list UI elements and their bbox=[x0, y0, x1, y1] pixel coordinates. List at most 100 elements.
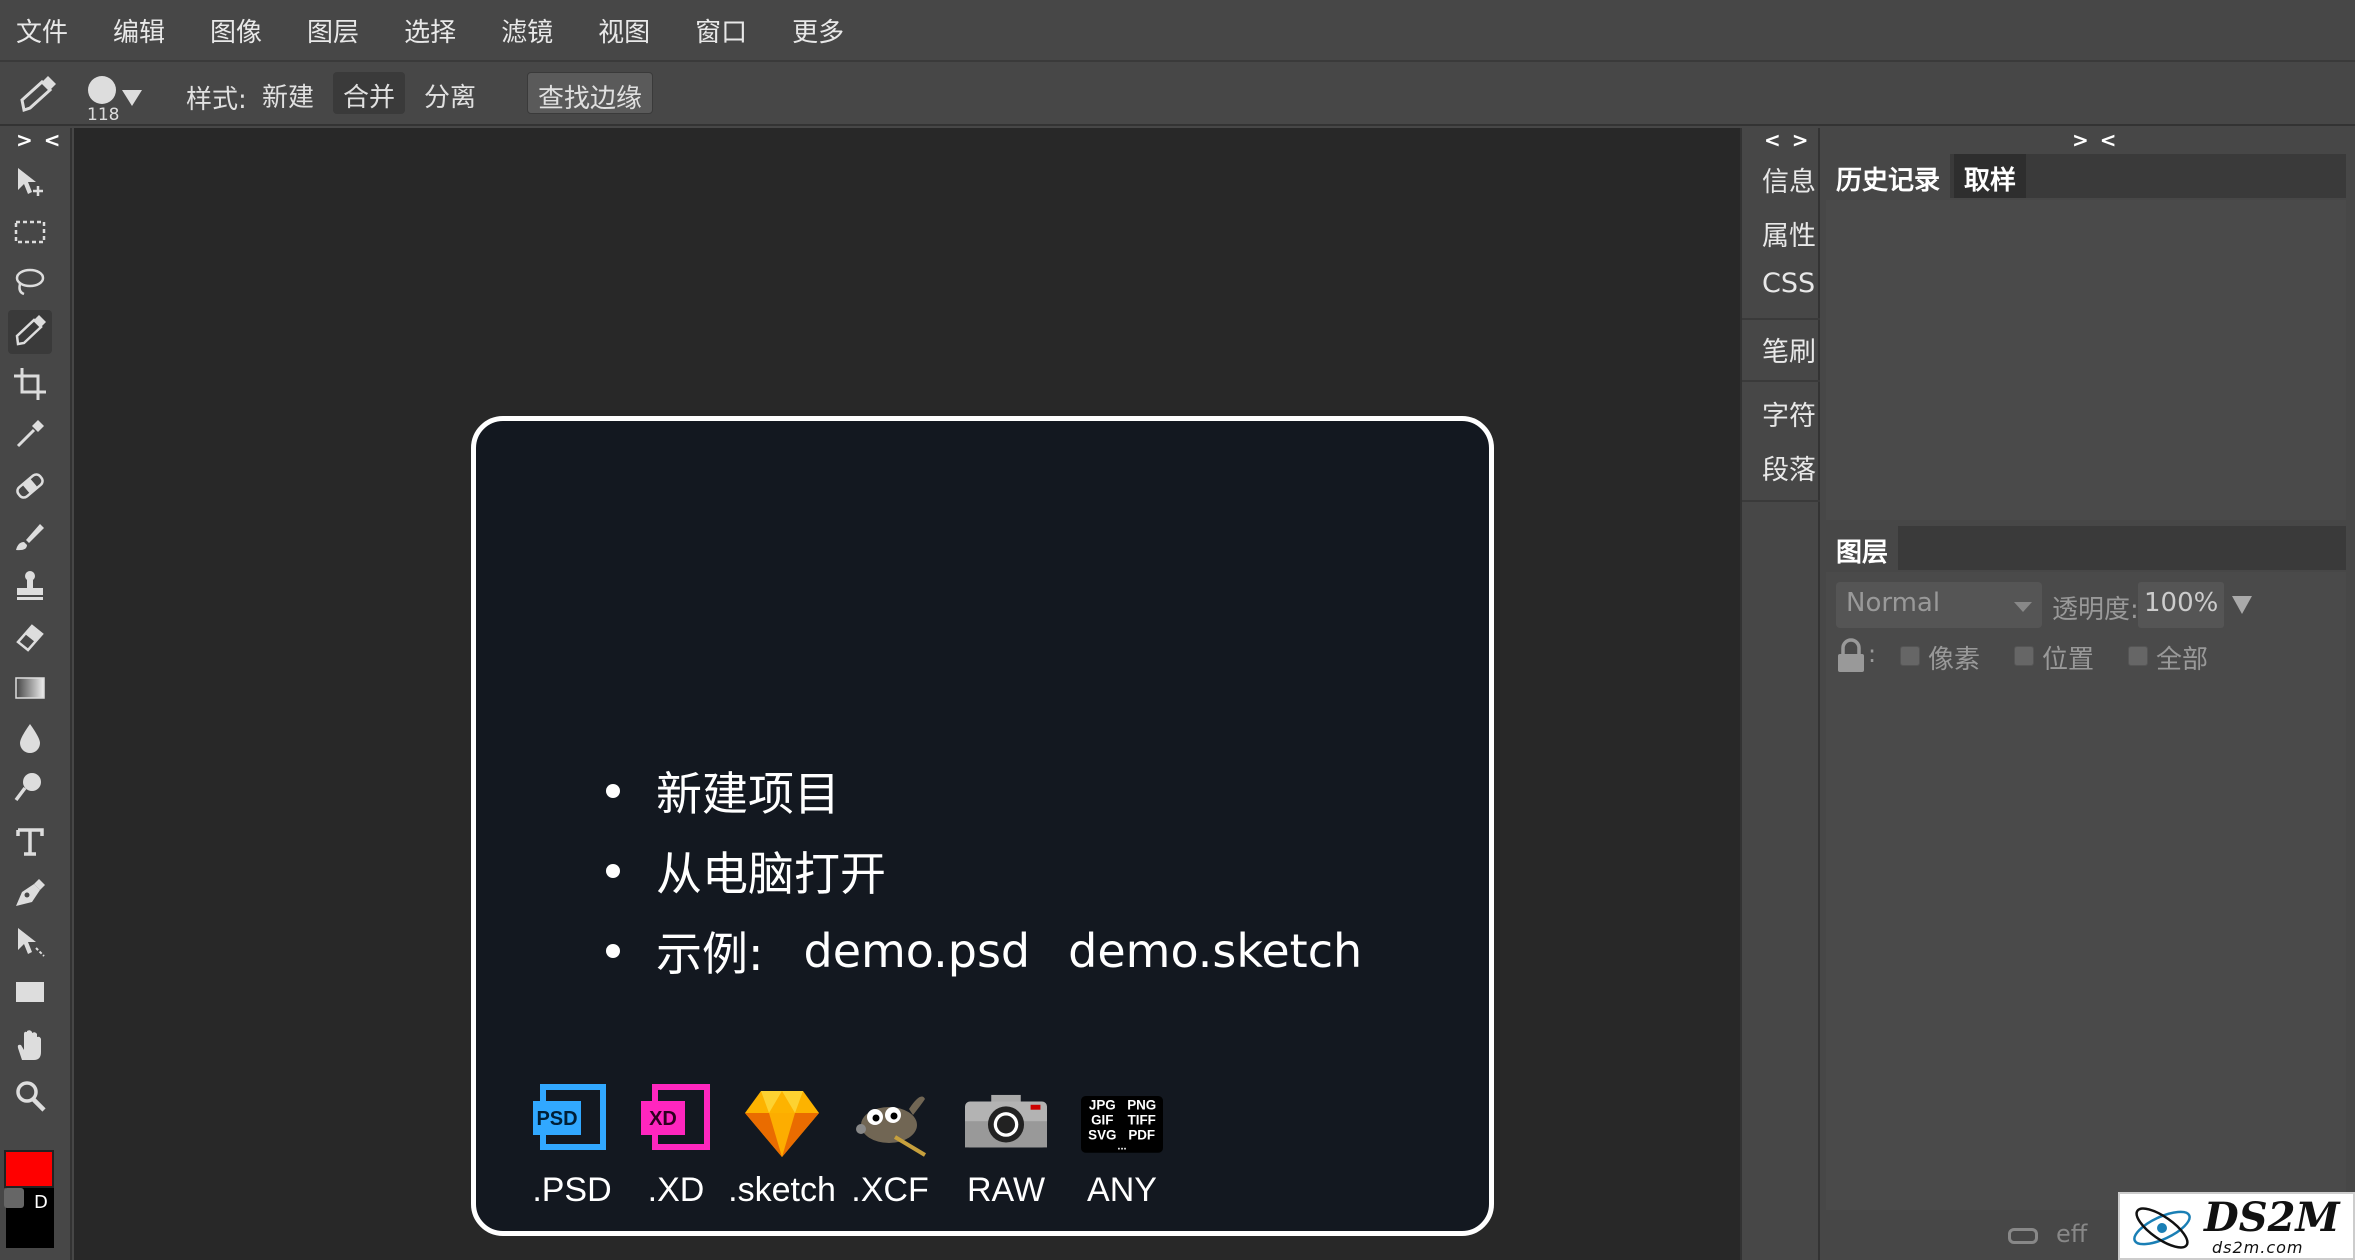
zoom-tool-button[interactable] bbox=[8, 1074, 52, 1118]
lock-position-label: 位置 bbox=[2042, 645, 2095, 675]
stamp-tool-button[interactable] bbox=[8, 564, 52, 608]
chevron-down-icon bbox=[2014, 602, 2032, 612]
move-tool-button[interactable] bbox=[8, 160, 52, 204]
brush-dropdown-icon[interactable] bbox=[122, 90, 142, 106]
bullet-icon bbox=[606, 784, 620, 798]
menu-filter[interactable]: 滤镜 bbox=[501, 12, 553, 49]
menu-image[interactable]: 图像 bbox=[210, 12, 262, 49]
gradient-tool-button[interactable] bbox=[8, 666, 52, 710]
healing-tool-button[interactable] bbox=[8, 464, 52, 508]
tab-layers[interactable]: 图层 bbox=[1826, 526, 1899, 570]
tab-swatches[interactable]: 取样 bbox=[1954, 154, 2027, 198]
history-panel bbox=[1826, 200, 2346, 520]
side-panel-info[interactable]: 信息 bbox=[1762, 160, 1816, 199]
crop-tool-icon bbox=[14, 368, 46, 400]
pen-tool-icon bbox=[16, 879, 45, 906]
any-icon-pdf: PDF bbox=[1128, 1127, 1155, 1142]
toolbar-collapse-button[interactable]: > < bbox=[16, 128, 62, 152]
menu-file[interactable]: 文件 bbox=[16, 12, 68, 49]
find-edges-button[interactable]: 查找边缘 bbox=[527, 72, 654, 114]
gimp-icon bbox=[856, 1096, 927, 1157]
lock-colon: : bbox=[1868, 640, 1877, 668]
opacity-dropdown-icon[interactable] bbox=[2232, 596, 2252, 614]
side-panel-css[interactable]: CSS bbox=[1762, 268, 1815, 299]
side-panel-brushes[interactable]: 笔刷 bbox=[1762, 330, 1816, 369]
quick-select-tool-button[interactable] bbox=[8, 310, 52, 354]
any-icon-ellipsis: ... bbox=[1117, 1141, 1126, 1153]
brush-tool-icon bbox=[16, 524, 44, 551]
brush-preview-icon[interactable] bbox=[88, 76, 116, 104]
start-actions-list: 新建项目 从电脑打开 示例: demo.psd demo.sketch bbox=[606, 751, 1362, 991]
open-from-computer-link[interactable]: 从电脑打开 bbox=[656, 838, 886, 904]
dodge-tool-button[interactable] bbox=[8, 766, 52, 810]
path-select-tool-icon bbox=[18, 928, 45, 957]
menu-select[interactable]: 选择 bbox=[404, 12, 456, 49]
lock-all-label: 全部 bbox=[2156, 645, 2209, 675]
crop-tool-button[interactable] bbox=[8, 362, 52, 406]
menu-edit[interactable]: 编辑 bbox=[113, 12, 165, 49]
stamp-tool-icon bbox=[17, 571, 43, 600]
new-project-link[interactable]: 新建项目 bbox=[656, 758, 840, 824]
shape-tool-icon bbox=[16, 982, 44, 1002]
blur-tool-button[interactable] bbox=[8, 716, 52, 760]
format-any: JPG PNG GIF TIFF SVG PDF ... ANY bbox=[1052, 1081, 1192, 1210]
quick-select-brush-icon[interactable] bbox=[16, 74, 60, 118]
tab-history[interactable]: 历史记录 bbox=[1826, 154, 1951, 198]
list-item: 新建项目 bbox=[606, 751, 1362, 831]
any-icon-gif: GIF bbox=[1091, 1112, 1113, 1127]
any-format-icon: JPG PNG GIF TIFF SVG PDF ... bbox=[1081, 1095, 1163, 1153]
demo-psd-link[interactable]: demo.psd bbox=[804, 924, 1031, 978]
pen-tool-button[interactable] bbox=[8, 870, 52, 914]
side-panel-paragraph[interactable]: 段落 bbox=[1762, 448, 1816, 487]
menu-more[interactable]: 更多 bbox=[792, 12, 844, 49]
hand-tool-icon bbox=[17, 1030, 41, 1060]
bullet-icon bbox=[606, 864, 620, 878]
lock-all-checkbox[interactable] bbox=[2128, 646, 2148, 666]
menu-view[interactable]: 视图 bbox=[598, 12, 650, 49]
demo-sketch-link[interactable]: demo.sketch bbox=[1068, 924, 1362, 978]
side-panel-expand-button[interactable]: < > bbox=[1764, 128, 1810, 152]
brush-tool-button[interactable] bbox=[8, 514, 52, 558]
right-panel-collapse-button[interactable]: > < bbox=[2072, 128, 2118, 152]
lock-position-checkbox[interactable] bbox=[2014, 646, 2034, 666]
merge-selection-button[interactable]: 合并 bbox=[333, 72, 406, 114]
side-panel-character[interactable]: 字符 bbox=[1762, 394, 1816, 433]
canvas-area: 新建项目 从电脑打开 示例: demo.psd demo.sketch PSD … bbox=[74, 128, 1740, 1260]
dodge-tool-icon bbox=[14, 773, 41, 802]
foreground-color-swatch[interactable] bbox=[4, 1150, 54, 1188]
default-colors-button[interactable]: D bbox=[34, 1192, 48, 1213]
eraser-tool-button[interactable] bbox=[8, 614, 52, 658]
menu-window[interactable]: 窗口 bbox=[695, 12, 747, 49]
menu-layer[interactable]: 图层 bbox=[307, 12, 359, 49]
sketch-diamond-icon bbox=[745, 1091, 819, 1157]
marquee-tool-button[interactable] bbox=[8, 210, 52, 254]
zoom-tool-icon bbox=[16, 1081, 46, 1112]
opacity-input[interactable]: 100% bbox=[2138, 582, 2224, 628]
blend-mode-select[interactable]: Normal bbox=[1836, 582, 2042, 628]
lasso-tool-button[interactable] bbox=[8, 260, 52, 304]
menu-bar: 文件 编辑 图像 图层 选择 滤镜 视图 窗口 更多 bbox=[0, 0, 2355, 62]
new-selection-button[interactable]: 新建 bbox=[252, 72, 324, 114]
hand-tool-button[interactable] bbox=[8, 1024, 52, 1068]
format-label: ANY bbox=[1087, 1171, 1157, 1209]
side-panel-divider bbox=[1742, 318, 1820, 320]
side-panel-properties[interactable]: 属性 bbox=[1762, 214, 1816, 253]
lock-pixels-checkbox[interactable] bbox=[1900, 646, 1920, 666]
text-tool-button[interactable] bbox=[8, 820, 52, 864]
lasso-tool-icon bbox=[15, 268, 45, 296]
swap-colors-icon[interactable] bbox=[4, 1188, 24, 1208]
eraser-tool-icon bbox=[16, 624, 44, 652]
camera-icon bbox=[965, 1094, 1047, 1148]
psd-icon: PSD bbox=[533, 1084, 606, 1150]
link-layers-icon[interactable] bbox=[2008, 1228, 2038, 1244]
start-card: 新建项目 从电脑打开 示例: demo.psd demo.sketch PSD … bbox=[471, 416, 1494, 1236]
effects-button[interactable]: eff bbox=[2056, 1220, 2087, 1248]
separate-selection-button[interactable]: 分离 bbox=[414, 72, 486, 114]
path-select-tool-button[interactable] bbox=[8, 920, 52, 964]
eyedropper-tool-button[interactable] bbox=[8, 412, 52, 456]
shape-tool-button[interactable] bbox=[8, 970, 52, 1014]
history-tab-bar: 历史记录 取样 bbox=[1826, 154, 2346, 198]
watermark-title: DS2M bbox=[2204, 1194, 2340, 1241]
any-icon-png: PNG bbox=[1127, 1097, 1156, 1112]
opacity-label: 透明度: bbox=[2052, 595, 2139, 625]
